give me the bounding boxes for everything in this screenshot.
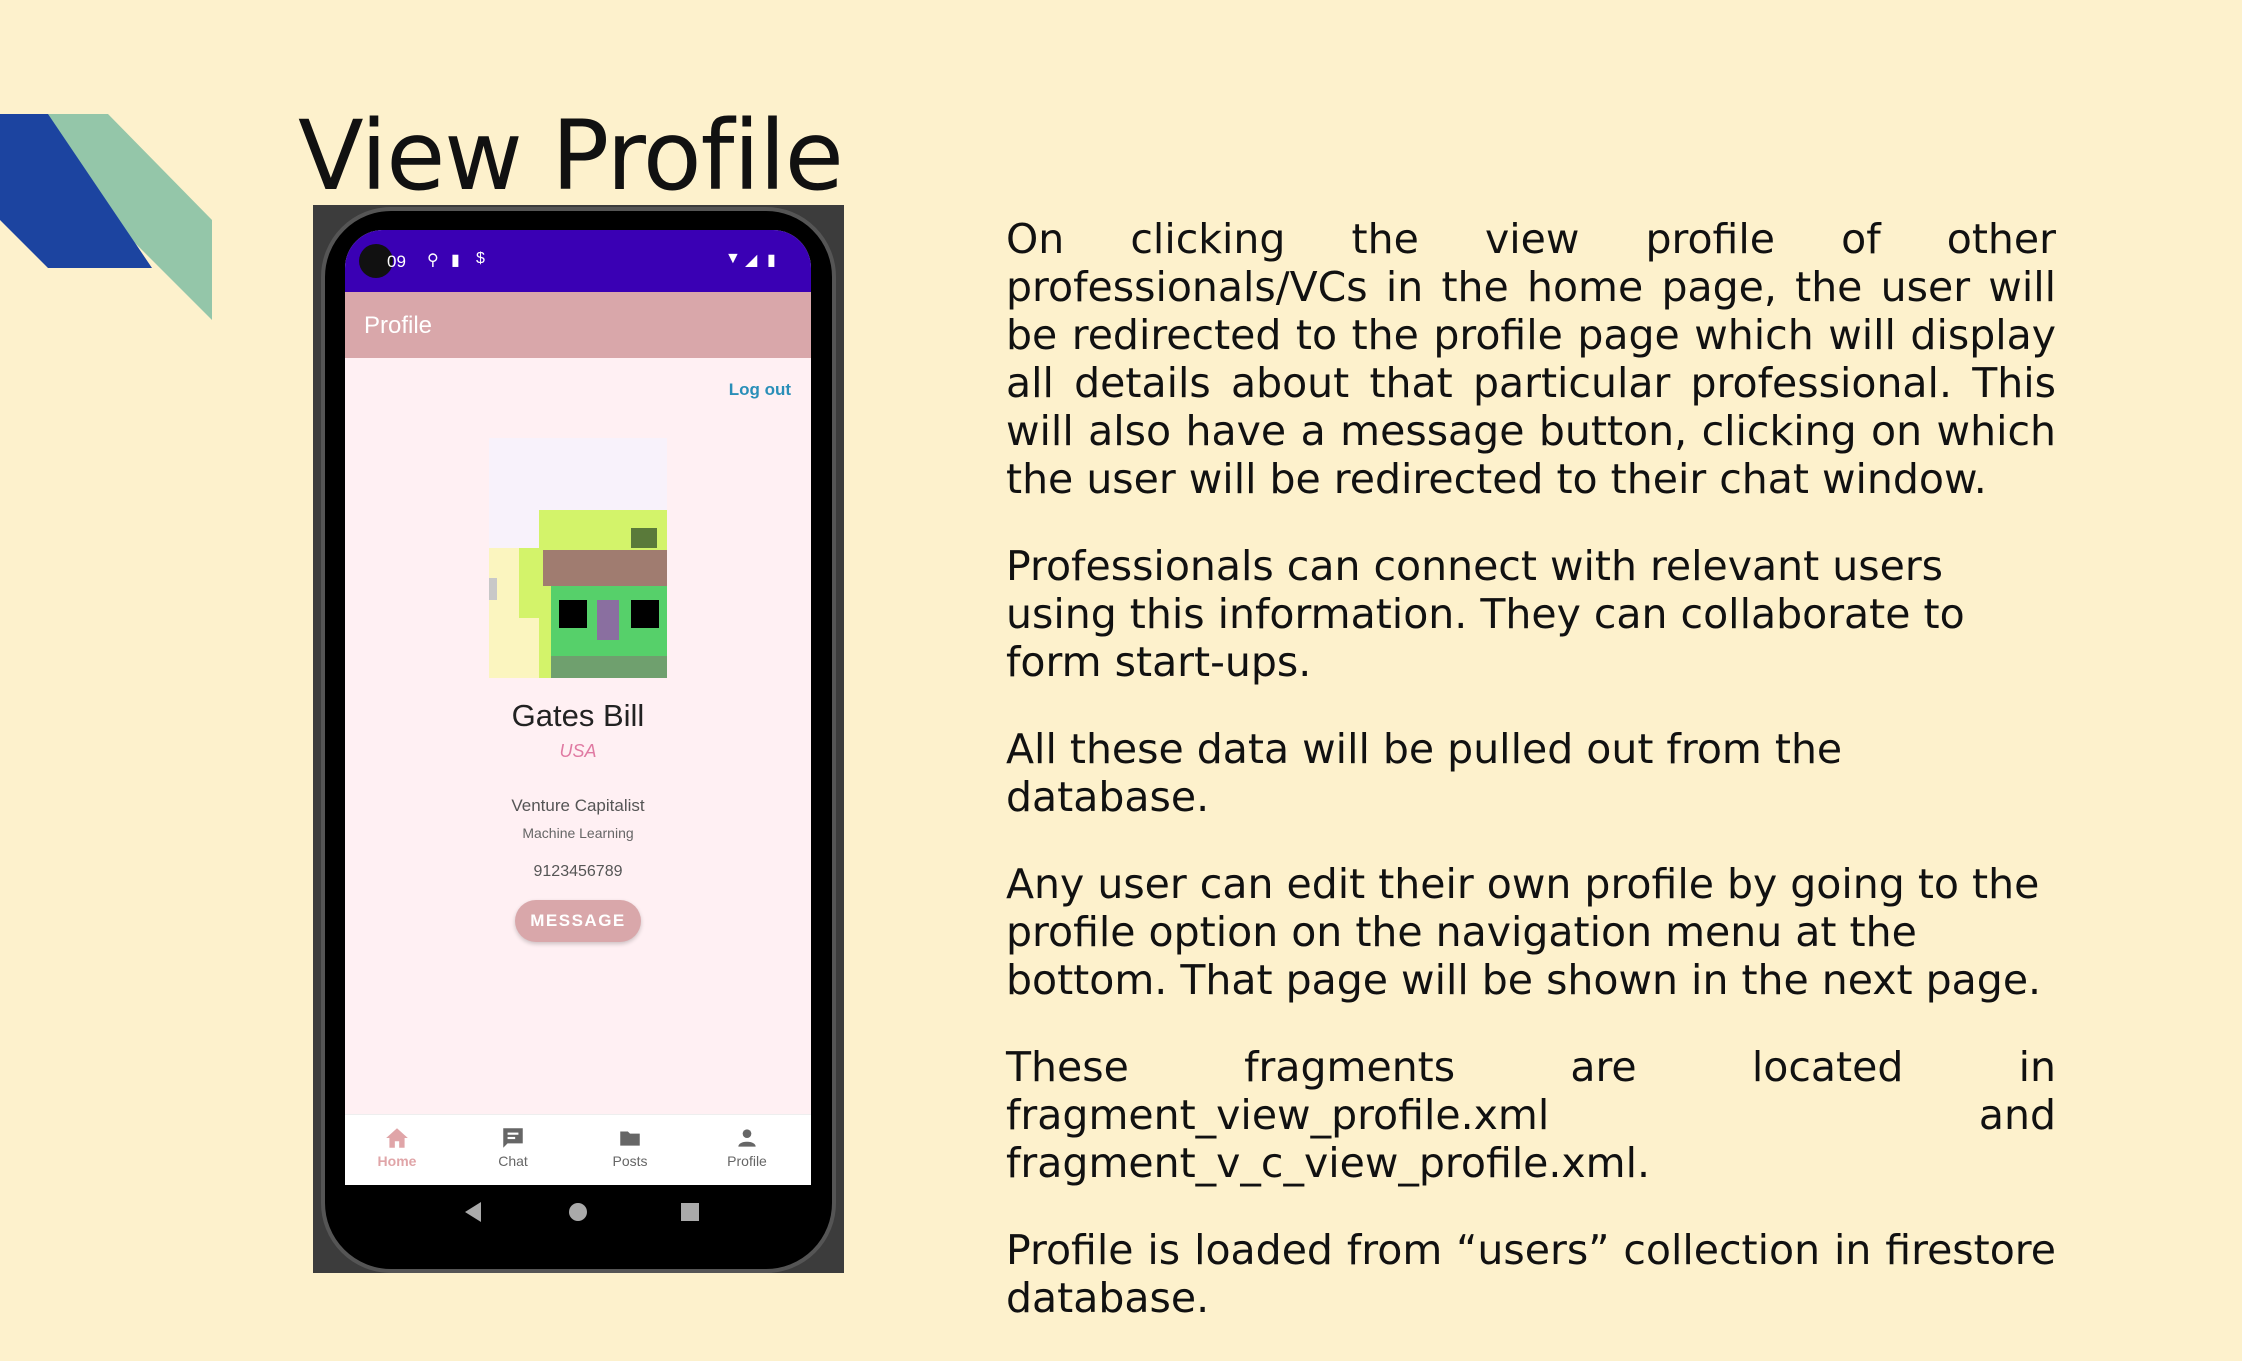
nav-label-profile: Profile	[727, 1153, 767, 1169]
signal-icon: ◢	[745, 252, 758, 269]
logout-button[interactable]: Log out	[729, 380, 791, 400]
sd-card-icon: ▮	[451, 252, 460, 269]
paragraph-3: All these data will be pulled out from t…	[1006, 725, 1843, 821]
nav-label-chat: Chat	[498, 1153, 528, 1169]
profile-country: USA	[559, 741, 597, 761]
bottom-navigation: Home Chat Posts Profile	[345, 1114, 811, 1185]
profile-name: Gates Bill	[511, 698, 645, 733]
chat-icon	[503, 1128, 523, 1148]
paragraph-5: These fragments are located in fragment_…	[1006, 1043, 2056, 1187]
app-bar-title: Profile	[364, 312, 433, 339]
profile-role: Venture Capitalist	[511, 796, 645, 815]
recents-icon	[681, 1203, 699, 1221]
corner-decoration	[0, 114, 212, 320]
nav-item-posts[interactable]: Posts	[590, 1125, 670, 1169]
phone-screen: 09 ⚲ ▮ $ ▼ ◢ ▮ Profile Log out Gates Bil…	[345, 230, 811, 1185]
nav-item-home[interactable]: Home	[357, 1125, 437, 1169]
description-text: On clicking the view profile of other pr…	[1006, 215, 2056, 1361]
nav-item-profile[interactable]: Profile	[707, 1125, 787, 1169]
profile-avatar	[489, 438, 667, 678]
paragraph-1: On clicking the view profile of other pr…	[1006, 215, 2056, 503]
profile-phone: 9123456789	[533, 863, 623, 880]
nav-item-chat[interactable]: Chat	[473, 1125, 553, 1169]
profile-field: Machine Learning	[522, 825, 634, 841]
profile-content: Log out Gates Bill USA Venture Capitalis…	[345, 358, 811, 1114]
status-bar: 09 ⚲ ▮ $ ▼ ◢ ▮	[345, 230, 811, 292]
person-icon	[738, 1129, 756, 1147]
battery-icon: ▮	[767, 252, 776, 269]
home-icon	[386, 1128, 408, 1148]
nav-label-posts: Posts	[612, 1153, 648, 1169]
app-bar: Profile	[345, 292, 811, 358]
system-navigation-bar	[465, 1202, 699, 1222]
slide-title: View Profile	[298, 100, 844, 212]
wifi-icon: ▼	[725, 250, 741, 267]
usb-icon: ⚲	[427, 252, 439, 269]
data-saver-icon: $	[476, 250, 485, 267]
posts-icon	[620, 1131, 640, 1146]
status-time: 09	[387, 252, 406, 271]
message-button[interactable]: MESSAGE	[515, 900, 641, 942]
paragraph-6: Profile is loaded from “users” collectio…	[1006, 1226, 2056, 1322]
back-icon	[465, 1202, 481, 1222]
paragraph-4: Any user can edit their own profile by g…	[1006, 860, 2042, 1004]
home-button-icon	[569, 1203, 587, 1221]
paragraph-2: Professionals can connect with relevant …	[1006, 542, 1965, 686]
nav-label-home: Home	[377, 1153, 417, 1169]
